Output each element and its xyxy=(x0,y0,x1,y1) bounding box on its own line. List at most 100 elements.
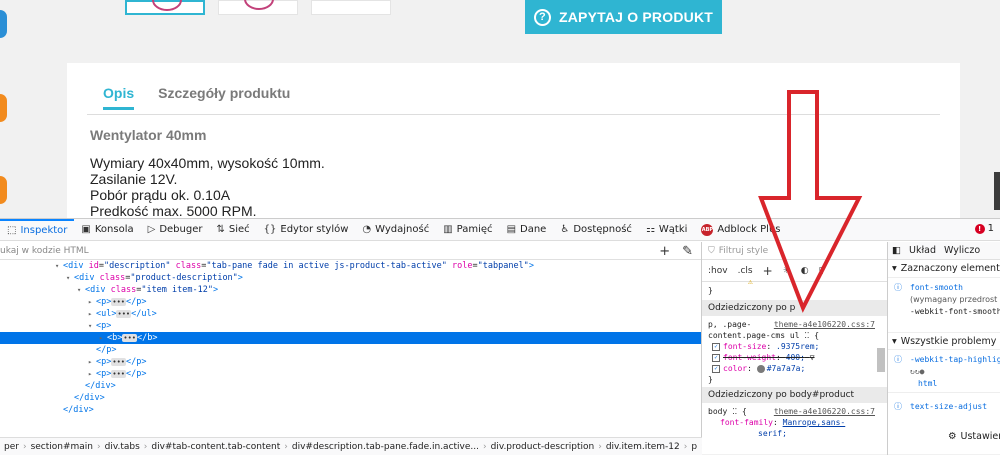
tab-dane[interactable]: ▤ Dane xyxy=(500,219,554,241)
info-icon: ⓘ xyxy=(894,283,902,292)
twisty-icon[interactable]: ▸ xyxy=(88,296,96,308)
tab-label: Inspektor xyxy=(20,225,68,236)
breadcrumb: per › section#main › div.tabs › div#tab-conten… xyxy=(0,437,702,455)
tab-uklad[interactable]: Układ xyxy=(909,245,936,256)
rules-scrollbar[interactable] xyxy=(877,348,885,372)
markup-node[interactable]: </div> xyxy=(0,392,701,404)
product-thumbnail[interactable] xyxy=(311,0,391,15)
markup-node[interactable]: ▾ <div class="product-description"> xyxy=(0,272,701,284)
markup-tree: ▾ <div id="description" class="tab-pane f… xyxy=(0,260,701,416)
social-icon[interactable] xyxy=(0,176,7,204)
node-markup: </div> xyxy=(63,405,94,415)
breadcrumb-item[interactable]: div#tab-content.tab-content xyxy=(147,442,284,452)
inspector-pane: ukaj w kodzie HTML + ✎ ▾ <div id="descrip… xyxy=(0,242,702,455)
selector-line: body ⁚⁚ {theme-a4e106220.css:7 xyxy=(708,406,875,417)
breadcrumb-item[interactable]: div.tabs xyxy=(101,442,144,452)
selector: p, .page- xyxy=(708,320,752,329)
tab-dostępność[interactable]: ♿ Dostępność xyxy=(553,219,639,241)
info-icon: ⓘ xyxy=(894,355,902,364)
tab-pamięć[interactable]: ▥ Pamięć xyxy=(436,219,499,241)
tab-debuger[interactable]: ▷ Debuger xyxy=(141,219,210,241)
tab-wyliczone[interactable]: Wyliczo xyxy=(944,245,980,256)
breadcrumb-item[interactable]: div#description.tab-pane.fade.in.active.… xyxy=(288,442,483,452)
breadcrumb-item[interactable]: section#main xyxy=(27,442,97,452)
closing-brace: } xyxy=(708,286,713,295)
add-node-icon[interactable]: + xyxy=(659,244,670,259)
breadcrumb-item[interactable]: div.item.item-12 xyxy=(602,442,684,452)
node-markup: <p>•••</p> xyxy=(96,369,147,379)
markup-node[interactable]: ▾ <div id="description" class="tab-pane f… xyxy=(0,260,701,272)
value: #7a7a7a; xyxy=(766,364,806,373)
social-icon[interactable] xyxy=(0,94,7,122)
issue-node[interactable]: html xyxy=(888,378,1000,390)
section-selected-element[interactable]: ▾ Zaznaczony element xyxy=(888,260,1000,278)
source-link[interactable]: theme-a4e106220.css:7 xyxy=(774,319,875,330)
source-link[interactable]: theme-a4e106220.css:7 xyxy=(774,406,875,417)
html-search-bar[interactable]: ukaj w kodzie HTML + ✎ xyxy=(0,242,701,260)
selected-node[interactable]: ▸ <b>•••</b> xyxy=(0,332,701,344)
scroll-to-top-button[interactable] xyxy=(994,172,1000,210)
cls-toggle[interactable]: .cls xyxy=(738,266,753,276)
tab-inspektor[interactable]: ⬚ Inspektor xyxy=(0,218,75,241)
sidebar-toggle-icon[interactable]: ◧ xyxy=(892,245,901,256)
tab-wydajność[interactable]: ◔ Wydajność xyxy=(355,219,436,241)
twisty-icon[interactable]: ▸ xyxy=(88,368,96,380)
breadcrumb-item[interactable]: per xyxy=(0,442,23,452)
inherited-header-body: Odziedziczony po body#product xyxy=(702,387,887,403)
markup-node[interactable]: ▾ <p> xyxy=(0,320,701,332)
error-counter[interactable]: ! 1 xyxy=(974,223,994,234)
markup-node[interactable]: ▾ <div class="item item-12"> xyxy=(0,284,701,296)
twisty-icon[interactable]: ▾ xyxy=(66,272,74,284)
declaration[interactable]: ✓ color: #7a7a7a; xyxy=(702,363,887,374)
tab-opis[interactable]: Opis xyxy=(103,85,135,110)
tab-label: Wątki xyxy=(658,224,688,235)
section-all-issues[interactable]: ▾ Wszystkie problemy xyxy=(888,332,1000,350)
description-line: Pobór prądu ok. 0.10A xyxy=(90,187,231,203)
declaration[interactable]: ✓ font-size: .9375rem; xyxy=(702,341,887,352)
node-markup: </div> xyxy=(74,393,105,403)
tab-sieć[interactable]: ⇅ Sieć xyxy=(209,219,256,241)
gear-icon: ⚙ xyxy=(948,431,957,442)
markup-node[interactable]: </div> xyxy=(0,380,701,392)
twisty-icon[interactable]: ▸ xyxy=(88,308,96,320)
eyedropper-icon[interactable]: ✎ xyxy=(682,244,693,259)
declaration[interactable]: ✓ font-weight: 400; ▽ xyxy=(702,352,887,363)
tab-szczegoly[interactable]: Szczegóły produktu xyxy=(158,85,290,110)
compat-issue: ⓘ -webkit-tap-highlig ↻↻● html xyxy=(888,350,1000,390)
error-count: 1 xyxy=(987,223,994,234)
declaration[interactable]: font-family: Manrope,sans- xyxy=(702,417,887,428)
html-search-input[interactable]: ukaj w kodzie HTML xyxy=(0,246,89,256)
twisty-icon[interactable]: ▾ xyxy=(88,320,96,332)
product-thumbnail[interactable] xyxy=(218,0,298,15)
breadcrumb-item[interactable]: div.product-description xyxy=(487,442,599,452)
markup-node[interactable]: ▸ <ul>•••</ul> xyxy=(0,308,701,320)
twisty-icon[interactable]: ▾ xyxy=(77,284,85,296)
twisty-icon[interactable]: ▾ xyxy=(55,260,63,272)
tab-edytor-stylów[interactable]: {} Edytor stylów xyxy=(257,219,356,241)
value: Manrope,sans- xyxy=(782,418,846,427)
description-line: Wymiary 40x40mm, wysokość 10mm. xyxy=(90,155,325,171)
twisty-icon[interactable]: ▸ xyxy=(99,332,107,344)
issue-prop: -webkit-tap-highlig xyxy=(910,355,1000,364)
markup-node[interactable]: ▸ <p>•••</p> xyxy=(0,356,701,368)
error-icon: ! xyxy=(974,223,985,234)
settings-button[interactable]: ⚙ Ustawien xyxy=(948,431,1000,442)
breadcrumb-item[interactable]: p xyxy=(687,442,701,452)
social-icon[interactable] xyxy=(0,10,7,38)
issue-prop: text-size-adjust xyxy=(910,402,988,411)
rule-body: body ⁚⁚ {theme-a4e106220.css:7 font-fami… xyxy=(702,403,887,439)
hov-toggle[interactable]: :hov xyxy=(708,266,728,276)
tab-konsola[interactable]: ▣ Konsola xyxy=(74,219,140,241)
markup-node[interactable]: </p> xyxy=(0,344,701,356)
markup-node[interactable]: ▸ <p>•••</p> xyxy=(0,296,701,308)
section-title: Wszystkie problemy xyxy=(900,335,997,347)
node-markup: <p>•••</p> xyxy=(96,357,147,367)
tab-wątki[interactable]: ⚏ Wątki xyxy=(639,219,694,241)
color-swatch[interactable] xyxy=(756,364,765,373)
product-title: Wentylator 40mm xyxy=(90,127,207,143)
markup-node[interactable]: </div> xyxy=(0,404,701,416)
markup-node[interactable]: ▸ <p>•••</p> xyxy=(0,368,701,380)
product-thumbnail-selected[interactable] xyxy=(125,0,205,15)
ask-about-product-button[interactable]: ? ZAPYTAJ O PRODUKT xyxy=(525,0,722,34)
twisty-icon[interactable]: ▸ xyxy=(88,356,96,368)
